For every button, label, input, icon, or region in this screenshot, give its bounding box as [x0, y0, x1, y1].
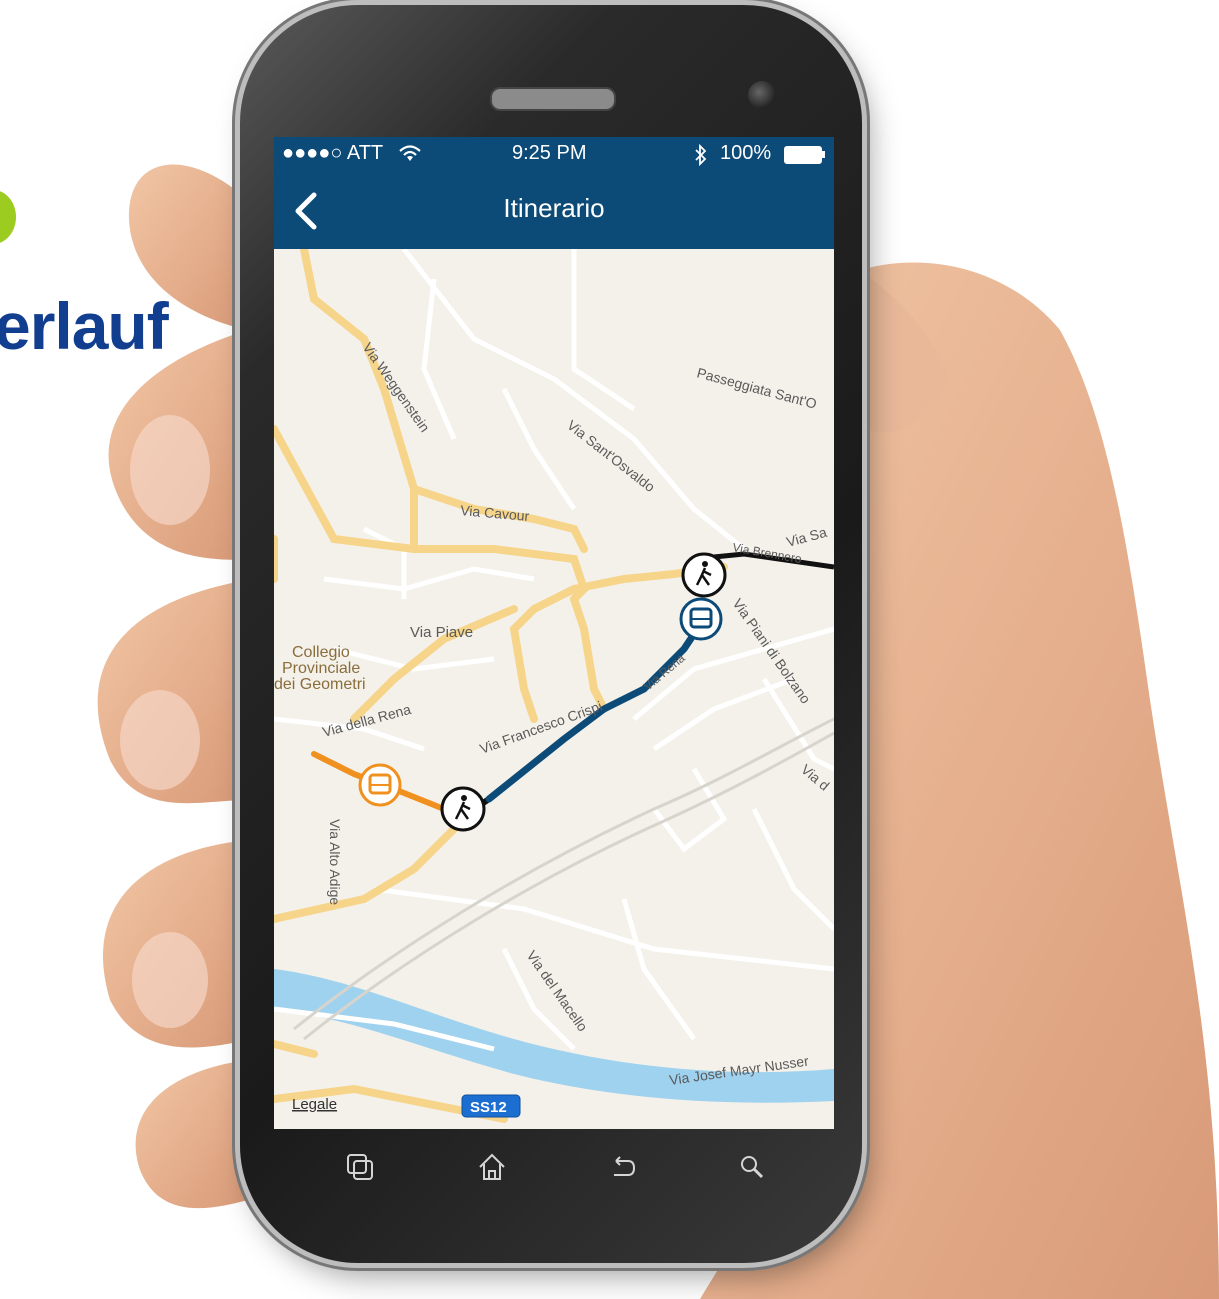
street-label-alto-adige: Via Alto Adige — [327, 819, 343, 905]
page-title: Itinerario — [503, 193, 605, 223]
road-badge-label: SS12 — [470, 1099, 507, 1116]
route-map[interactable]: Via Weggenstein Passeggiata Sant'O Via S… — [274, 249, 834, 1129]
poi-label-line-1: Collegio — [292, 644, 350, 661]
carrier-label: ●●●●○ ATT — [282, 142, 384, 164]
home-icon[interactable] — [472, 1147, 512, 1187]
search-icon[interactable] — [732, 1147, 772, 1187]
status-bar: ●●●●○ ATT 9:25 PM 100% — [274, 137, 834, 171]
bus-stop-marker-orange[interactable] — [358, 763, 402, 807]
walk-marker-start[interactable] — [440, 786, 486, 832]
speaker-grille — [490, 87, 616, 111]
recent-apps-icon[interactable] — [340, 1147, 380, 1187]
background-title-fragment: erlauf — [0, 289, 169, 363]
walk-marker-end[interactable] — [681, 552, 727, 598]
android-soft-keys — [274, 1129, 834, 1199]
bus-stop-marker-blue[interactable] — [679, 597, 723, 641]
poi-label-line-3: dei Geometri — [274, 676, 366, 693]
poi-label-line-2: Provinciale — [282, 660, 360, 677]
battery-percent: 100% — [720, 142, 772, 164]
legal-link[interactable]: Legale — [292, 1096, 337, 1113]
bluetooth-icon — [695, 144, 707, 166]
clock: 9:25 PM — [512, 142, 587, 164]
battery-tip — [822, 151, 825, 158]
battery-icon — [784, 146, 822, 164]
navigation-bar: Itinerario — [274, 171, 834, 249]
phone-screen: ●●●●○ ATT 9:25 PM 100% Itinerario Via We… — [274, 137, 834, 1129]
front-camera — [748, 81, 776, 109]
back-icon[interactable] — [602, 1147, 642, 1187]
wifi-icon — [399, 145, 421, 161]
street-label-piave: Via Piave — [410, 624, 473, 641]
